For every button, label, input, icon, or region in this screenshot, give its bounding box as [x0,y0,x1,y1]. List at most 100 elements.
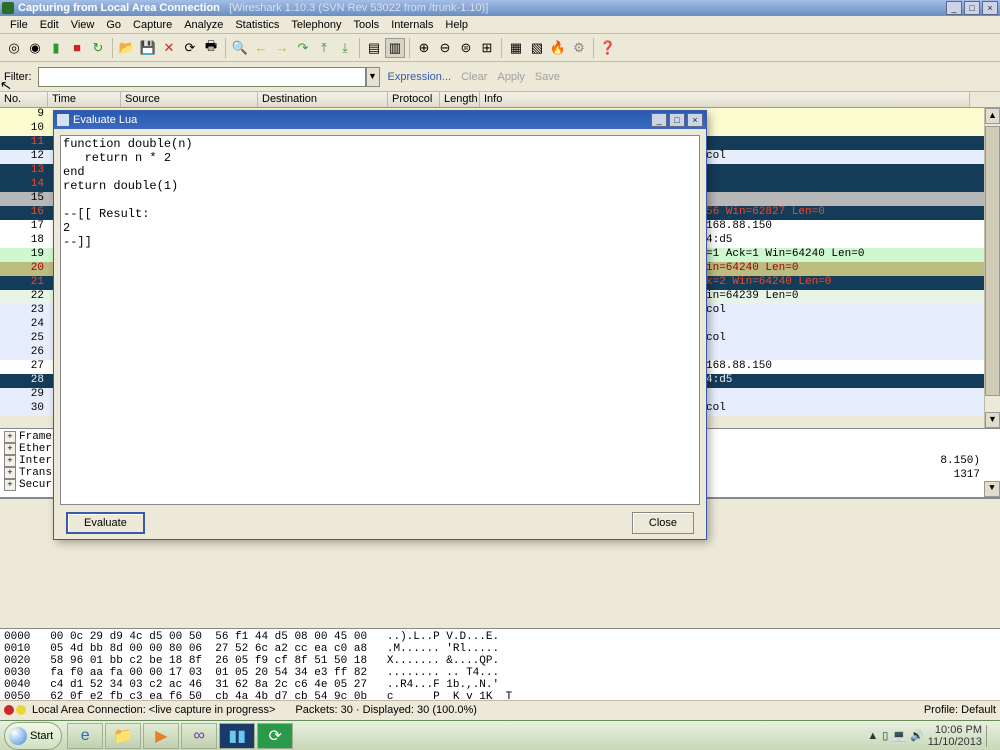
start-button[interactable]: Start [4,722,62,750]
menu-capture[interactable]: Capture [127,17,178,33]
dialog-titlebar[interactable]: Evaluate Lua _ □ × [54,111,706,129]
start-label: Start [30,730,53,742]
expand-icon[interactable]: + [4,431,16,443]
interfaces-icon[interactable]: ◎ [4,38,24,58]
filter-input[interactable] [38,67,366,87]
tray-time: 10:06 PM [928,724,982,736]
window-title: Capturing from Local Area Connection [18,2,220,14]
dialog-maximize-button[interactable]: □ [669,113,685,127]
save-link[interactable]: Save [533,71,562,83]
menu-analyze[interactable]: Analyze [178,17,229,33]
taskbar-media-icon[interactable]: ▶ [143,723,179,749]
menu-bar: FileEditViewGoCaptureAnalyzeStatisticsTe… [0,16,1000,34]
colorize-icon[interactable]: ▤ [364,38,384,58]
close-button[interactable]: × [982,1,998,15]
taskbar-explorer-icon[interactable]: 📁 [105,723,141,749]
start-capture-icon[interactable]: ▮ [46,38,66,58]
lua-code-textarea[interactable] [60,135,700,505]
filter-bar: Filter: ▼ Expression... Clear Apply Save [0,62,1000,92]
help-icon[interactable]: ❓ [598,38,618,58]
colheader-time[interactable]: Time [48,92,121,107]
tray-chevron-icon[interactable]: ▲ [867,730,878,742]
reload-icon[interactable]: ⟳ [180,38,200,58]
expand-icon[interactable]: + [4,455,16,467]
tray-volume-icon[interactable]: 🔊 [910,729,924,742]
close-file-icon[interactable]: ✕ [159,38,179,58]
open-icon[interactable]: 📂 [117,38,137,58]
expand-icon[interactable]: + [4,443,16,455]
taskbar-vs-icon[interactable]: ∞ [181,723,217,749]
zoomin-icon[interactable]: ⊕ [414,38,434,58]
colheader-length[interactable]: Length [440,92,480,107]
stop-capture-icon[interactable]: ■ [67,38,87,58]
goto-icon[interactable]: ↷ [293,38,313,58]
menu-statistics[interactable]: Statistics [229,17,285,33]
last-icon[interactable]: ⤓ [335,38,355,58]
dialog-minimize-button[interactable]: _ [651,113,667,127]
hex-pane[interactable]: 0000 00 0c 29 d9 4c d5 00 50 56 f1 44 d5… [0,628,1000,700]
menu-telephony[interactable]: Telephony [285,17,347,33]
tray-flag-icon[interactable]: ▯ [882,729,888,742]
expand-icon[interactable]: + [4,467,16,479]
taskbar-ie-icon[interactable]: e [67,723,103,749]
first-icon[interactable]: ⤒ [314,38,334,58]
tray-clock[interactable]: 10:06 PM 11/10/2013 [928,724,982,748]
restart-capture-icon[interactable]: ↻ [88,38,108,58]
colheader-no[interactable]: No. [0,92,48,107]
evaluate-button[interactable]: Evaluate [66,512,145,534]
taskbar-wireshark-icon[interactable]: ▮▮ [219,723,255,749]
expand-icon[interactable]: + [4,479,16,491]
options-icon[interactable]: ◉ [25,38,45,58]
dialog-close-btn[interactable]: Close [632,512,694,534]
scroll-up-icon[interactable]: ▲ [985,108,1000,124]
scroll-thumb[interactable] [985,126,1000,396]
apply-link[interactable]: Apply [495,71,527,83]
filter-label: Filter: [4,71,32,83]
show-desktop-button[interactable] [986,725,994,747]
evaluate-lua-dialog: Evaluate Lua _ □ × Evaluate Close [53,110,707,540]
scrollbar[interactable]: ▲ ▼ [984,108,1000,428]
scroll-down-icon[interactable]: ▼ [984,481,1000,497]
find-icon[interactable]: 🔍 [230,38,250,58]
dialog-close-button[interactable]: × [687,113,703,127]
taskbar-app-icon[interactable]: ⟳ [257,723,293,749]
dialog-icon [57,114,69,126]
capture-filters-icon[interactable]: ▦ [506,38,526,58]
print-icon[interactable]: 🖶 [201,38,221,58]
system-tray[interactable]: ▲ ▯ 💻 🔊 10:06 PM 11/10/2013 [861,724,1000,748]
save-icon[interactable]: 💾 [138,38,158,58]
expression-link[interactable]: Expression... [386,71,454,83]
detail-right-fragment-1: 8.150) [940,455,980,467]
back-icon[interactable]: ← [251,38,271,58]
zoomout-icon[interactable]: ⊖ [435,38,455,58]
autoscroll-icon[interactable]: ▥ [385,38,405,58]
filter-dropdown[interactable]: ▼ [366,67,380,87]
prefs-icon[interactable]: ⚙ [569,38,589,58]
colheader-source[interactable]: Source [121,92,258,107]
colheader-protocol[interactable]: Protocol [388,92,440,107]
menu-view[interactable]: View [65,17,101,33]
colheader-destination[interactable]: Destination [258,92,388,107]
menu-go[interactable]: Go [100,17,127,33]
coloring-rules-icon[interactable]: 🔥 [548,38,568,58]
menu-tools[interactable]: Tools [348,17,386,33]
minimize-button[interactable]: _ [946,1,962,15]
tray-network-icon[interactable]: 💻 [892,729,906,742]
menu-internals[interactable]: Internals [385,17,439,33]
display-filters-icon[interactable]: ▧ [527,38,547,58]
menu-edit[interactable]: Edit [34,17,65,33]
colheader-info[interactable]: Info [480,92,970,107]
tray-date: 11/10/2013 [928,736,982,748]
forward-icon[interactable]: → [272,38,292,58]
resize-cols-icon[interactable]: ⊞ [477,38,497,58]
menu-file[interactable]: File [4,17,34,33]
zoom100-icon[interactable]: ⊜ [456,38,476,58]
clear-link[interactable]: Clear [459,71,489,83]
column-headers: No.TimeSourceDestinationProtocolLengthIn… [0,92,1000,108]
menu-help[interactable]: Help [439,17,474,33]
maximize-button[interactable]: □ [964,1,980,15]
dialog-title: Evaluate Lua [73,114,651,126]
scroll-down-icon[interactable]: ▼ [985,412,1000,428]
window-subtitle: [Wireshark 1.10.3 (SVN Rev 53022 from /t… [229,2,488,14]
titlebar: Capturing from Local Area Connection [Wi… [0,0,1000,16]
